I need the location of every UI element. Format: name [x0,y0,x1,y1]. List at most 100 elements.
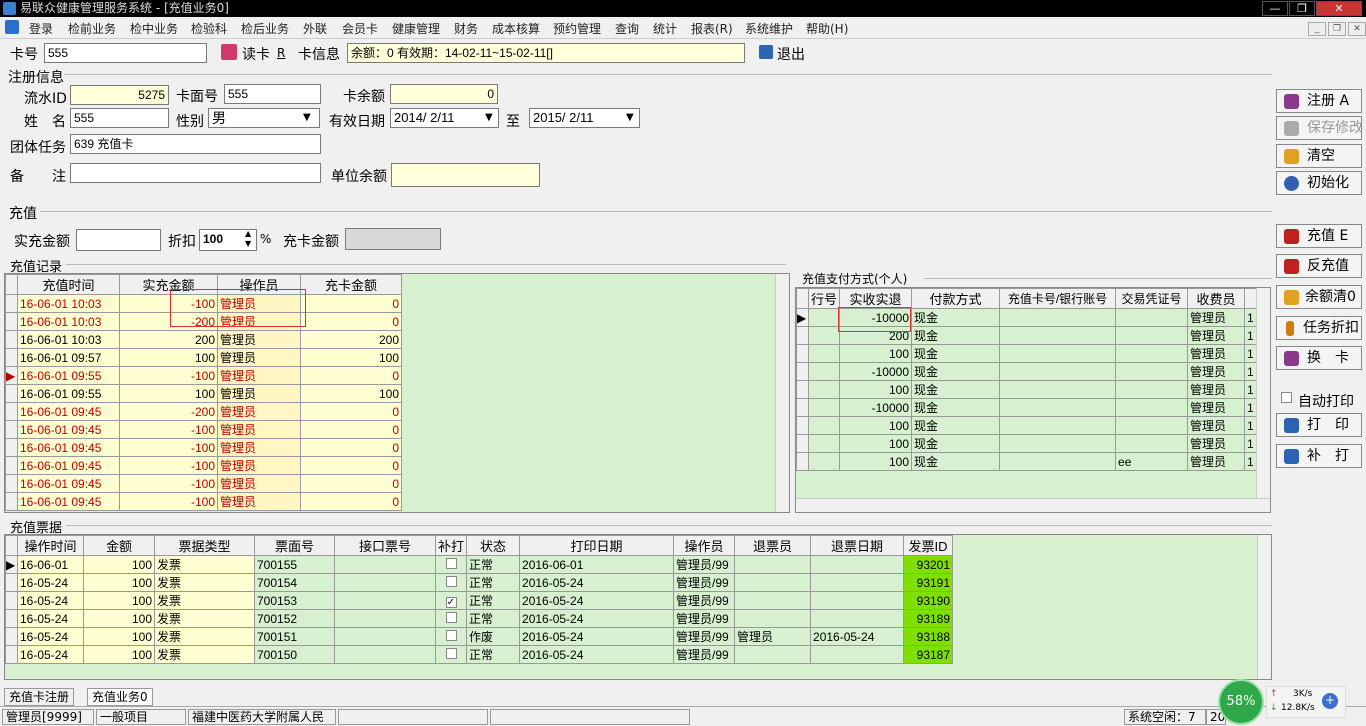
records-scrollbar[interactable] [775,274,789,512]
menu-login[interactable]: 登录 [29,20,53,37]
minimize-button[interactable]: — [1262,1,1288,16]
recharge-button[interactable]: 充值 E [1276,224,1362,248]
menu-health[interactable]: 健康管理 [392,20,440,37]
menu-system[interactable]: 系统维护 [745,20,793,37]
menu-post-check[interactable]: 检后业务 [241,20,289,37]
exit-button[interactable]: 退出 [777,44,805,64]
menu-lab[interactable]: 检验科 [191,20,227,37]
menu-finance[interactable]: 财务 [454,20,478,37]
table-row[interactable]: 16-06-01 09:45 -100 管理员 0 [5,456,402,475]
name-input[interactable]: 555 [70,108,169,128]
invoices-header-refund-date[interactable]: 退票日期 [810,535,905,556]
invoice-reprint-checkbox[interactable]: ✓ [434,591,468,610]
save-changes-button[interactable]: 保存修改 [1276,116,1363,140]
invoices-header-status[interactable]: 状态 [466,535,521,556]
table-row[interactable]: 16-06-01 09:57 100 管理员 100 [5,348,402,367]
table-row[interactable]: 16-06-01 09:45 -200 管理员 0 [5,402,402,421]
invoice-reprint-checkbox[interactable] [434,573,468,592]
tab-recharge-business[interactable]: 充值业务0 [87,688,153,706]
invoice-reprint-checkbox[interactable] [434,627,468,646]
invoices-header-time[interactable]: 操作时间 [17,535,84,556]
actual-amount-input[interactable] [76,229,161,251]
payments-header-line[interactable]: 行号 [807,288,841,309]
table-row[interactable]: ▶ 16-06-01 100 发票 700155 正常 2016-06-01 管理员/99 93… [5,555,954,574]
payments-vscroll[interactable] [1256,288,1270,498]
reverse-recharge-button[interactable]: 反充值 [1276,254,1362,278]
table-row[interactable]: ▶ 16-06-01 09:55 -100 管理员 0 [5,366,402,385]
exit-icon[interactable] [759,45,773,59]
task-discount-button[interactable]: 任务折扣 [1276,316,1362,340]
card-reader-icon[interactable] [221,44,237,60]
table-row[interactable]: 16-06-01 09:55 100 管理员 100 [5,384,402,403]
face-no-input[interactable]: 555 [224,84,321,104]
payments-hscroll[interactable] [796,498,1270,512]
menu-appointment[interactable]: 预约管理 [553,20,601,37]
table-row[interactable]: 16-06-01 09:45 -100 管理员 0 [5,420,402,439]
table-row[interactable]: 100 现金 管理员 1 [796,344,1257,363]
menu-query[interactable]: 查询 [615,20,639,37]
menu-outreach[interactable]: 外联 [303,20,327,37]
records-header-card-amount[interactable]: 充卡金额 [300,274,402,295]
invoices-header-type[interactable]: 票据类型 [154,535,255,556]
table-row[interactable]: -10000 现金 管理员 1 [796,362,1257,381]
table-row[interactable]: 100 现金 管理员 1 [796,380,1257,399]
invoice-reprint-checkbox[interactable] [434,555,468,574]
payments-header-extra[interactable] [1244,288,1257,309]
auto-print-checkbox[interactable] [1281,392,1292,407]
gender-dropdown-icon[interactable]: ▼ [303,112,311,123]
init-button[interactable]: 初始化 [1276,171,1362,195]
mdi-minimize-button[interactable]: _ [1308,22,1326,36]
table-row[interactable]: 100 现金 ee 管理员 1 [796,452,1257,471]
add-icon[interactable]: + [1322,693,1338,709]
invoices-header-reprint[interactable]: 补打 [434,535,468,556]
invoice-reprint-checkbox[interactable] [434,645,468,664]
payments-header-method[interactable]: 付款方式 [911,288,1001,309]
tab-card-register[interactable]: 充值卡注册 [4,688,75,706]
discount-spinner[interactable]: ▲ ▼ [245,229,251,249]
cpu-gauge[interactable]: 58% [1218,679,1264,725]
invoices-header-iface-no[interactable]: 接口票号 [334,535,436,556]
group-task-input[interactable]: 639 充值卡 [70,134,321,154]
menu-in-check[interactable]: 检中业务 [130,20,178,37]
menu-pre-check[interactable]: 检前业务 [68,20,116,37]
close-button[interactable]: ✕ [1316,1,1362,16]
payments-header-voucher[interactable]: 交易凭证号 [1115,288,1189,309]
payments-header-amount[interactable]: 实收实退 [839,288,913,309]
invoices-header-operator[interactable]: 操作员 [673,535,736,556]
invoices-header-amount[interactable]: 金额 [83,535,155,556]
table-row[interactable]: 100 现金 管理员 1 [796,434,1257,453]
clear-balance-button[interactable]: 余额清0 [1276,285,1362,309]
payments-header-account[interactable]: 充值卡号/银行账号 [999,288,1117,309]
table-row[interactable]: 16-05-24 100 发票 700150 正常 2016-05-24 管理员/99 931… [5,645,954,664]
invoice-reprint-checkbox[interactable] [434,609,468,628]
clear-button[interactable]: 清空 [1276,144,1362,168]
valid-to-date[interactable]: 2015/ 2/11 [529,108,640,128]
menu-member-card[interactable]: 会员卡 [342,20,378,37]
table-row[interactable]: 16-05-24 100 发票 700151 作废 2016-05-24 管理员/99 管理员… [5,627,954,646]
card-no-input[interactable]: 555 [44,43,207,63]
menu-stats[interactable]: 统计 [653,20,677,37]
invoices-scrollbar[interactable] [1257,535,1271,679]
invoices-header-face-no[interactable]: 票面号 [254,535,335,556]
valid-to-dropdown-icon[interactable]: ▼ [626,112,634,123]
table-row[interactable]: 16-05-24 100 发票 700154 正常 2016-05-24 管理员/99 931… [5,573,954,592]
read-card-button[interactable]: 读卡 [242,44,270,64]
table-row[interactable]: 16-06-01 09:45 -100 管理员 0 [5,492,402,511]
records-header-time[interactable]: 充值时间 [17,274,120,295]
maximize-button[interactable]: ❐ [1289,1,1315,16]
invoices-header-refunder[interactable]: 退票员 [734,535,812,556]
menu-report[interactable]: 报表(R) [691,20,733,37]
table-row[interactable]: 16-05-24 100 发票 700152 正常 2016-05-24 管理员/99 931… [5,609,954,628]
table-row[interactable]: 16-06-01 09:45 -100 管理员 0 [5,438,402,457]
table-row[interactable]: 16-05-24 100 发票 700153 ✓ 正常 2016-05-24 管理员/99 93… [5,591,954,610]
invoices-header-print-date[interactable]: 打印日期 [519,535,675,556]
table-row[interactable]: 16-06-01 09:45 -100 管理员 0 [5,474,402,493]
table-row[interactable]: -10000 现金 管理员 1 [796,398,1257,417]
valid-from-dropdown-icon[interactable]: ▼ [485,112,493,123]
invoices-header-invoice-id[interactable]: 发票ID [903,535,954,556]
mdi-restore-button[interactable]: ❐ [1328,22,1346,36]
payments-header-cashier[interactable]: 收费员 [1187,288,1246,309]
swap-card-button[interactable]: 换 卡 [1276,346,1362,370]
menu-help[interactable]: 帮助(H) [806,20,848,37]
print-button[interactable]: 打 印 [1276,413,1362,437]
